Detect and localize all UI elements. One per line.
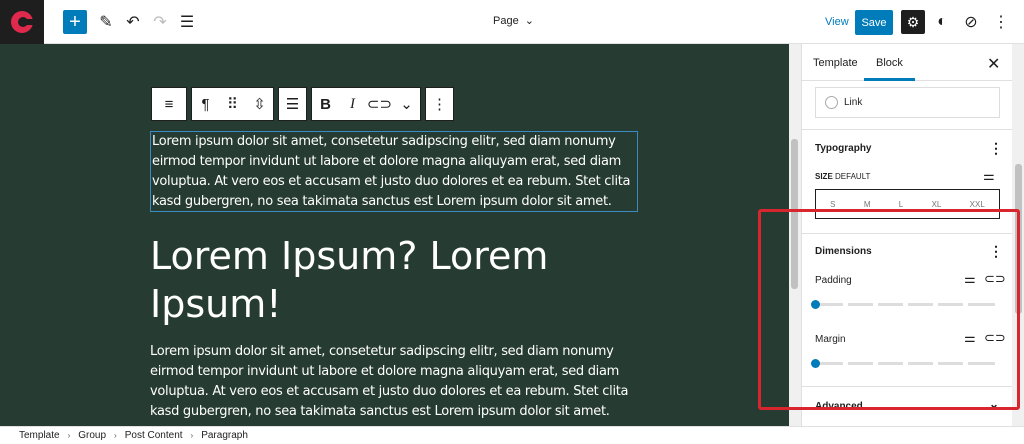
size-option-m[interactable]: M: [864, 200, 871, 209]
align-justify-icon: ≡: [164, 95, 174, 113]
logo-icon: [11, 11, 35, 33]
link-icon[interactable]: ⊂⊃: [366, 95, 393, 113]
align-group: ☰: [278, 87, 307, 121]
chevron-right-icon: ›: [67, 431, 71, 440]
chevron-right-icon: ›: [114, 431, 117, 440]
link-setting[interactable]: Link: [815, 87, 1000, 118]
more-options-icon[interactable]: ⋮: [989, 10, 1013, 34]
close-icon[interactable]: ✕: [987, 54, 1000, 74]
undo-icon[interactable]: ↶: [121, 10, 145, 34]
block-toolbar: ≡ ¶ ⠿ ⇳ ☰ B I ⊂⊃ ⌄ ⋮: [151, 87, 454, 121]
save-button[interactable]: Save: [855, 10, 893, 35]
chevron-down-icon: ⌄: [524, 15, 534, 27]
view-button[interactable]: View: [825, 16, 849, 28]
paragraph-block[interactable]: Lorem ipsum dolor sit amet, consetetur s…: [150, 342, 638, 422]
block-type-group: ¶ ⠿ ⇳: [191, 87, 274, 121]
tab-block[interactable]: Block: [864, 57, 915, 81]
divider: [802, 129, 1024, 130]
size-option-l[interactable]: L: [899, 200, 903, 209]
styles-contrast-icon[interactable]: ◐: [930, 10, 954, 34]
typography-options-icon[interactable]: ⋮: [989, 140, 1003, 157]
italic-icon[interactable]: I: [339, 96, 366, 113]
pen-tool-icon[interactable]: ✎: [94, 10, 118, 34]
paragraph-icon[interactable]: ¶: [192, 96, 219, 113]
size-option-s[interactable]: S: [830, 200, 835, 209]
site-logo[interactable]: [0, 0, 44, 44]
tune-icon[interactable]: ⚌: [983, 168, 995, 184]
add-block-button[interactable]: +: [63, 10, 87, 34]
dimensions-highlight-box: [758, 209, 1020, 410]
breadcrumb-item[interactable]: Post Content: [125, 430, 183, 441]
more-options-icon[interactable]: ⋮: [426, 95, 453, 113]
size-option-xxl[interactable]: XXL: [970, 200, 985, 209]
selected-paragraph-block[interactable]: Lorem ipsum dolor sit amet, consetetur s…: [150, 131, 638, 212]
link-label: Link: [844, 97, 863, 108]
page-selector[interactable]: Page ⌄: [493, 14, 534, 28]
page-label: Page: [493, 14, 519, 27]
chevron-down-icon[interactable]: ⌄: [393, 95, 420, 113]
top-toolbar: + ✎ ↶ ↷ ☰ Page ⌄ View Save ⚙ ◐ ⊘ ⋮: [0, 0, 1024, 44]
size-label-text: SIZE: [815, 172, 833, 181]
circle-icon: [825, 96, 838, 109]
sidebar-tabs: Template Block ✕: [802, 44, 1024, 81]
bold-icon[interactable]: B: [312, 96, 339, 113]
chevron-right-icon: ›: [190, 431, 194, 440]
options-group: ⋮: [425, 87, 454, 121]
heading-block[interactable]: Lorem Ipsum? Lorem Ipsum!: [150, 232, 670, 328]
compass-icon[interactable]: ⊘: [959, 10, 983, 34]
breadcrumb-item[interactable]: Paragraph: [201, 430, 248, 441]
settings-gear-icon[interactable]: ⚙: [901, 10, 925, 34]
align-left-icon[interactable]: ☰: [279, 95, 306, 113]
breadcrumb-item[interactable]: Group: [78, 430, 106, 441]
breadcrumb: Template › Group › Post Content › Paragr…: [0, 426, 1024, 444]
parent-selector[interactable]: ≡: [151, 87, 187, 121]
typography-title: Typography: [815, 143, 872, 154]
move-up-down-icon[interactable]: ⇳: [246, 95, 273, 113]
editor-canvas[interactable]: ≡ ¶ ⠿ ⇳ ☰ B I ⊂⊃ ⌄ ⋮ Lorem ipsum dolor s…: [0, 44, 789, 426]
size-option-xl[interactable]: XL: [932, 200, 942, 209]
size-label: SIZE DEFAULT: [815, 172, 870, 181]
drag-handle-icon[interactable]: ⠿: [219, 95, 246, 113]
tab-template[interactable]: Template: [813, 57, 858, 69]
list-view-icon[interactable]: ☰: [175, 10, 199, 34]
breadcrumb-item[interactable]: Template: [19, 430, 60, 441]
redo-icon[interactable]: ↷: [148, 10, 172, 34]
size-value: DEFAULT: [835, 172, 871, 181]
format-group: B I ⊂⊃ ⌄: [311, 87, 421, 121]
